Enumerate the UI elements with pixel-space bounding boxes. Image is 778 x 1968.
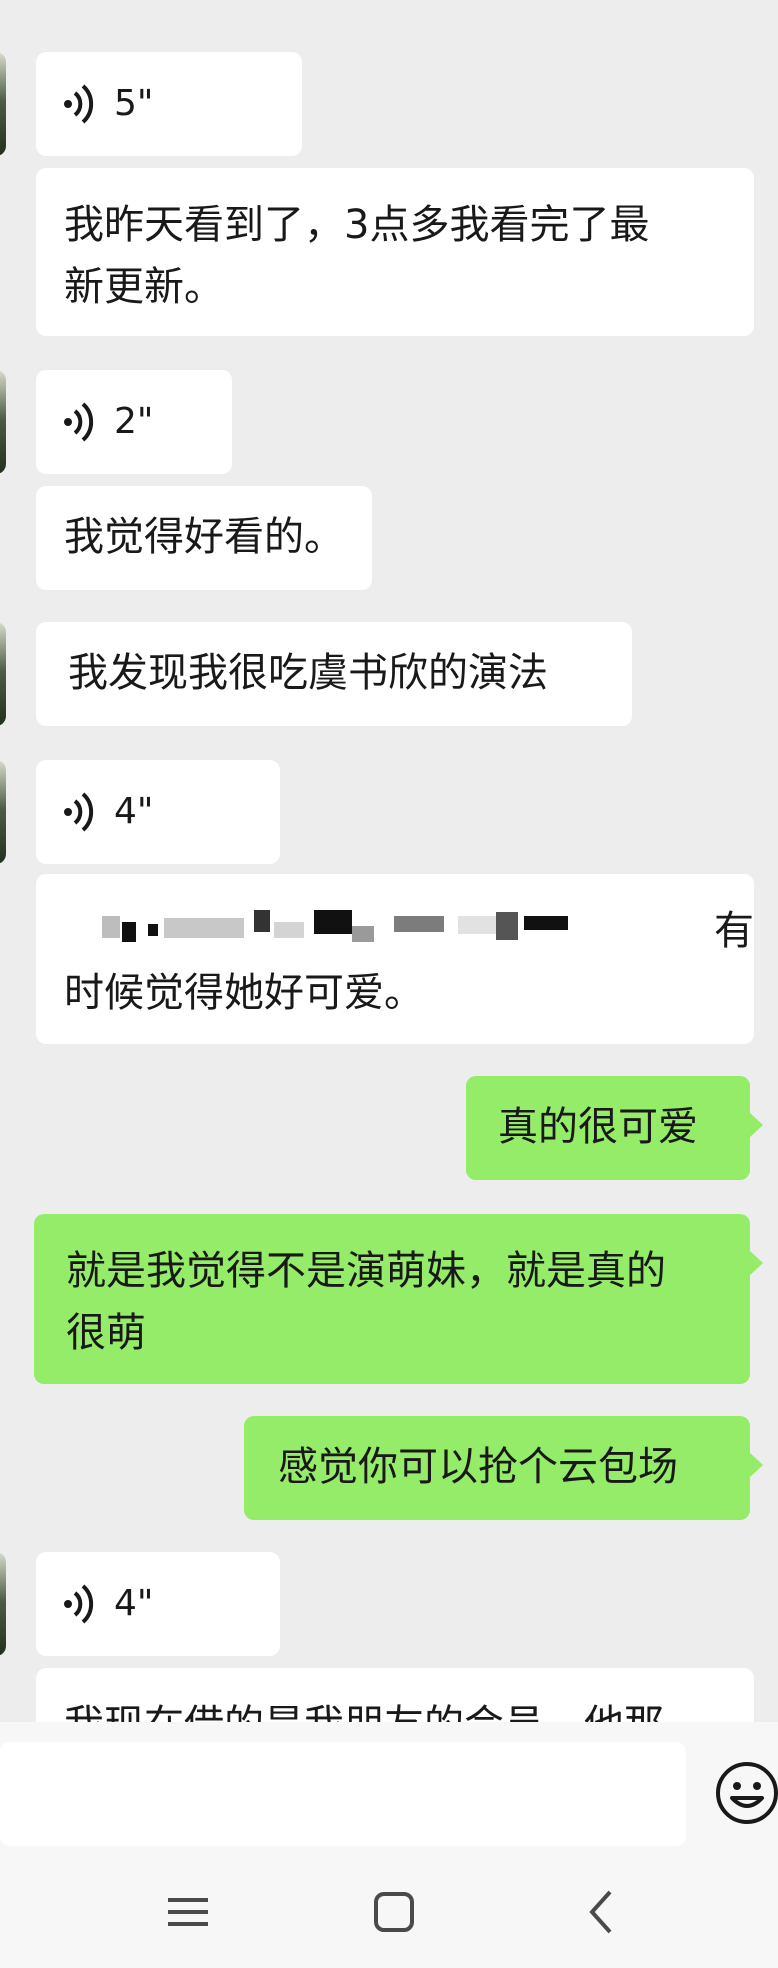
text-message[interactable]: 我觉得好看的。 xyxy=(36,486,372,590)
text-message[interactable]: 有 时候觉得她好可爱。 xyxy=(36,874,754,1044)
chat-area[interactable]: 5" 我昨天看到了，3点多我看完了最 新更新。 2" 我觉得好看的。 我发现我很… xyxy=(0,0,778,1722)
voice-message[interactable]: 5" xyxy=(36,52,302,156)
text-message[interactable]: 我现在借的是我朋友的会员，他那 xyxy=(36,1668,754,1722)
text-message[interactable]: 我昨天看到了，3点多我看完了最 新更新。 xyxy=(36,168,754,336)
voice-duration: 5" xyxy=(114,83,154,124)
voice-wave-icon xyxy=(64,1584,94,1624)
contact-avatar[interactable] xyxy=(0,622,6,726)
message-line: 我现在借的是我朋友的会员，他那 xyxy=(64,1694,726,1722)
text-message[interactable]: 我发现我很吃虞书欣的演法 xyxy=(36,622,632,726)
message-input[interactable] xyxy=(0,1742,686,1846)
voice-wave-icon xyxy=(64,84,94,124)
voice-duration: 2" xyxy=(114,401,154,442)
message-line: 我昨天看到了，3点多我看完了最 xyxy=(64,202,650,248)
message-line: 很萌 xyxy=(66,1310,146,1356)
voice-message[interactable]: 4" xyxy=(36,760,280,864)
message-line: 真的很可爱 xyxy=(498,1104,698,1150)
message-line: 我发现我很吃虞书欣的演法 xyxy=(68,650,548,696)
text-message-outgoing[interactable]: 就是我觉得不是演萌妹，就是真的 很萌 xyxy=(34,1214,763,1384)
voice-duration: 4" xyxy=(114,791,154,832)
message-line: 就是我觉得不是演萌妹，就是真的 xyxy=(66,1248,666,1294)
emoji-icon[interactable] xyxy=(714,1760,778,1826)
message-line: 我觉得好看的。 xyxy=(64,514,344,560)
text-message-outgoing[interactable]: 真的很可爱 xyxy=(466,1076,763,1180)
contact-avatar[interactable] xyxy=(0,370,6,474)
voice-wave-icon xyxy=(64,792,94,832)
contact-avatar[interactable] xyxy=(0,1552,6,1656)
message-line: 新更新。 xyxy=(64,264,224,310)
menu-icon[interactable] xyxy=(158,1882,218,1942)
message-line: 感觉你可以抢个云包场 xyxy=(278,1444,678,1490)
pixelated-line: 有 xyxy=(64,900,754,962)
voice-duration: 4" xyxy=(114,1583,154,1624)
home-icon[interactable] xyxy=(364,1882,424,1942)
message-line: 有 xyxy=(714,908,754,954)
voice-wave-icon xyxy=(64,402,94,442)
text-message-outgoing[interactable]: 感觉你可以抢个云包场 xyxy=(244,1416,763,1520)
message-line: 时候觉得她好可爱。 xyxy=(64,970,424,1016)
input-bar xyxy=(0,1722,778,1850)
back-icon[interactable] xyxy=(572,1882,632,1942)
contact-avatar[interactable] xyxy=(0,760,6,864)
system-nav-bar xyxy=(0,1850,778,1968)
voice-message[interactable]: 2" xyxy=(36,370,232,474)
voice-message[interactable]: 4" xyxy=(36,1552,280,1656)
contact-avatar[interactable] xyxy=(0,52,6,156)
